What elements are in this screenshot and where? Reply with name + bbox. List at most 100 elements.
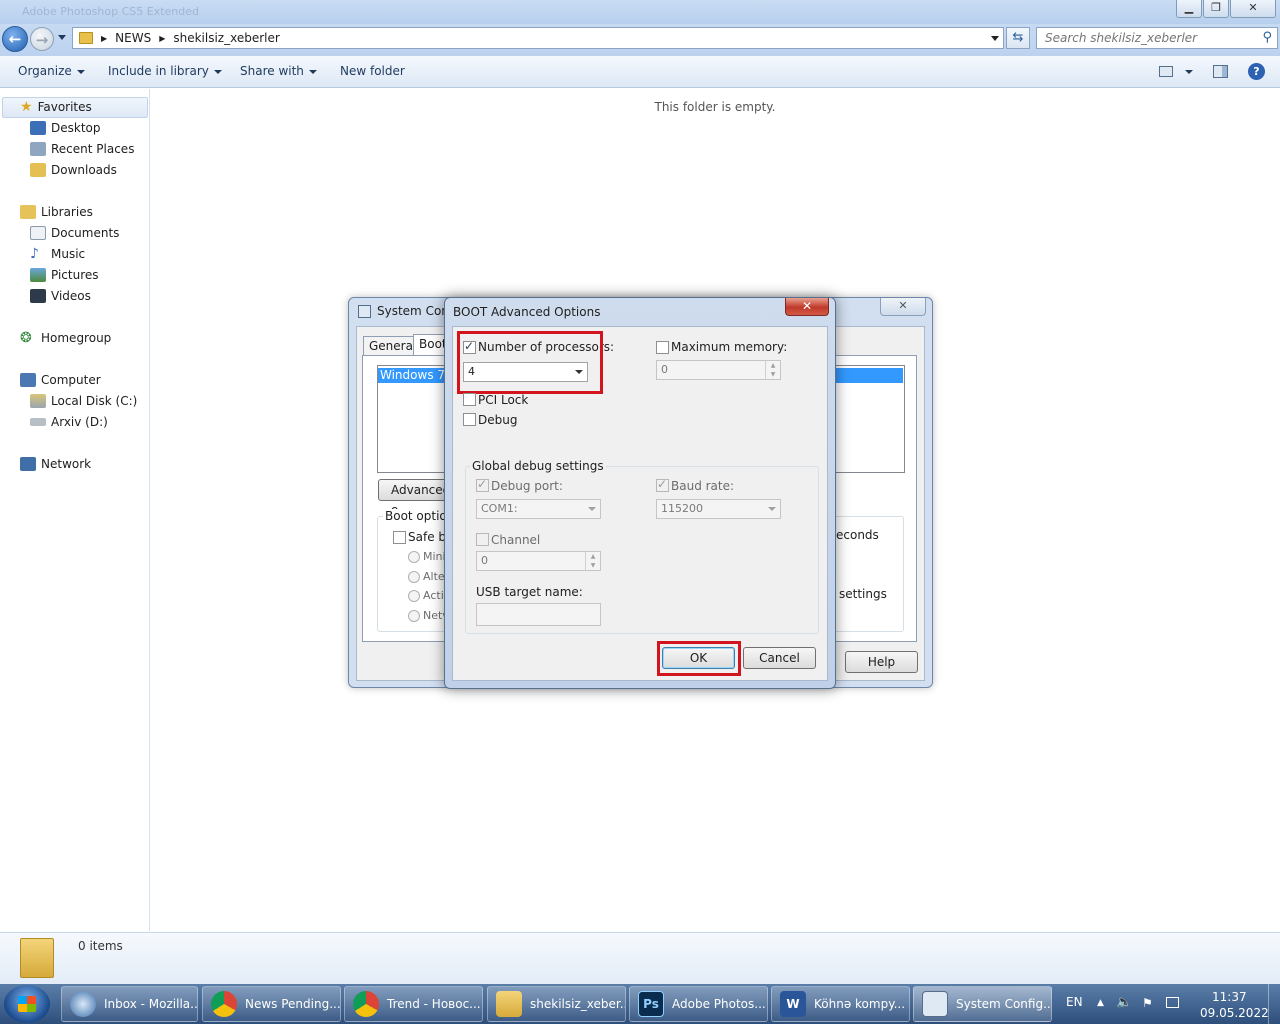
help-button[interactable]: Help <box>845 651 918 673</box>
network-tray-icon[interactable] <box>1166 997 1179 1008</box>
search-box[interactable]: ⚲ <box>1036 27 1278 49</box>
view-options-dropdown[interactable] <box>1185 70 1193 74</box>
nav-local-disk[interactable]: Local Disk (C:) <box>30 391 137 411</box>
breadcrumb-chevron-icon[interactable]: ▶ <box>159 34 165 43</box>
include-in-library-button[interactable]: Include in library <box>108 64 222 78</box>
nav-videos[interactable]: Videos <box>30 286 91 306</box>
highlight-ok <box>657 641 741 676</box>
nav-network[interactable]: Network <box>20 454 91 474</box>
show-desktop-button[interactable] <box>1268 984 1280 1024</box>
pci-lock-checkbox[interactable] <box>463 393 476 406</box>
organize-button[interactable]: Organize <box>18 64 85 78</box>
breadcrumb-news[interactable]: NEWS <box>115 31 151 45</box>
share-with-button[interactable]: Share with <box>240 64 317 78</box>
taskbar-item-chrome-trend[interactable]: Trend - Новос... <box>344 986 483 1022</box>
debug-port-dropdown[interactable]: COM1: <box>476 499 601 519</box>
homegroup-icon: ❂ <box>20 330 32 346</box>
search-input[interactable] <box>1037 28 1249 48</box>
nav-documents[interactable]: Documents <box>30 223 119 243</box>
clock-date[interactable]: 09.05.2022 <box>1200 1006 1269 1020</box>
view-options-icon[interactable] <box>1159 66 1173 77</box>
maximum-memory-spinner[interactable]: 0 ▲ ▼ <box>656 360 781 380</box>
nav-desktop[interactable]: Desktop <box>30 118 101 138</box>
nav-favorites[interactable]: ★ Favorites <box>20 97 92 117</box>
language-indicator[interactable]: EN <box>1066 995 1083 1009</box>
help-icon[interactable]: ? <box>1248 63 1265 80</box>
dialog-title: System Conf <box>377 304 454 318</box>
star-icon: ★ <box>20 99 33 115</box>
taskbar-item-thunderbird[interactable]: Inbox - Mozilla... <box>61 986 198 1022</box>
minimize-button[interactable]: ▁ <box>1176 0 1202 18</box>
cancel-button[interactable]: Cancel <box>743 647 816 669</box>
show-hidden-icons-icon[interactable]: ▲ <box>1097 998 1104 1008</box>
refresh-button[interactable]: ⇆ <box>1006 27 1030 49</box>
window-title: Adobe Photoshop CS5 Extended <box>22 5 199 18</box>
clock-time[interactable]: 11:37 <box>1212 990 1247 1004</box>
nav-downloads[interactable]: Downloads <box>30 160 117 180</box>
new-folder-button[interactable]: New folder <box>340 64 405 78</box>
photoshop-icon: Ps <box>638 991 664 1017</box>
search-icon[interactable]: ⚲ <box>1262 30 1272 45</box>
radio-network[interactable] <box>408 610 420 622</box>
breadcrumb-current[interactable]: shekilsiz_xeberler <box>173 31 279 45</box>
nav-recent-places[interactable]: Recent Places <box>30 139 134 159</box>
maximum-memory-label: Maximum memory: <box>671 340 788 354</box>
music-icon: ♪ <box>30 246 39 262</box>
restore-button[interactable]: ❐ <box>1203 0 1229 18</box>
radio-active[interactable] <box>408 590 420 602</box>
nav-arxiv-drive[interactable]: Arxiv (D:) <box>30 412 108 432</box>
hard-drive-icon <box>30 394 46 408</box>
spin-down-icon[interactable]: ▼ <box>585 561 600 570</box>
close-window-button[interactable]: ✕ <box>1230 0 1276 18</box>
debug-port-checkbox[interactable] <box>476 477 489 492</box>
close-button[interactable]: ✕ <box>785 298 829 316</box>
nav-music[interactable]: ♪ Music <box>30 244 85 264</box>
nav-pictures[interactable]: Pictures <box>30 265 99 285</box>
usb-target-name-input[interactable] <box>476 603 601 626</box>
taskbar-item-system-config[interactable]: System Config... <box>913 986 1052 1022</box>
preview-pane-icon[interactable] <box>1213 65 1228 78</box>
folder-large-icon <box>20 938 54 978</box>
address-dropdown-icon[interactable] <box>991 36 999 41</box>
baud-rate-checkbox[interactable] <box>656 477 669 492</box>
nav-homegroup[interactable]: ❂ Homegroup <box>20 328 111 348</box>
dialog-title: BOOT Advanced Options <box>453 305 601 319</box>
recent-places-icon <box>30 142 46 156</box>
volume-icon[interactable]: 🔈 <box>1116 995 1132 1010</box>
close-button[interactable]: ✕ <box>880 298 926 316</box>
spin-down-icon[interactable]: ▼ <box>765 370 780 379</box>
debug-checkbox[interactable] <box>463 413 476 426</box>
maximum-memory-value: 0 <box>661 363 668 376</box>
nav-libraries[interactable]: Libraries <box>20 202 93 222</box>
spin-up-icon[interactable]: ▲ <box>765 361 780 370</box>
spin-up-icon[interactable]: ▲ <box>585 552 600 561</box>
radio-minimal[interactable] <box>408 551 420 563</box>
baud-rate-dropdown[interactable]: 115200 <box>656 499 781 519</box>
action-center-icon[interactable]: ⚑ <box>1142 996 1153 1010</box>
taskbar-item-photoshop[interactable]: Ps Adobe Photos... <box>629 986 768 1022</box>
chevron-down-icon <box>588 507 596 511</box>
taskbar-item-explorer[interactable]: shekilsiz_xeber... <box>487 986 626 1022</box>
safe-boot-checkbox[interactable] <box>393 531 406 544</box>
breadcrumb-chevron-icon[interactable]: ▶ <box>101 34 107 43</box>
recent-pages-dropdown[interactable] <box>58 35 66 40</box>
advanced-options-button[interactable]: Advanced o <box>378 479 450 517</box>
back-button[interactable]: ← <box>2 26 28 52</box>
taskbar-item-chrome-news[interactable]: News Pending... <box>202 986 341 1022</box>
word-icon: W <box>780 991 806 1017</box>
radio-alternate[interactable] <box>408 571 420 583</box>
forward-button[interactable]: → <box>30 27 54 51</box>
channel-checkbox[interactable] <box>476 533 489 546</box>
start-button[interactable] <box>4 985 50 1023</box>
item-count: 0 items <box>78 939 123 953</box>
msconfig-icon <box>922 991 948 1017</box>
boot-settings-label: settings <box>839 587 887 601</box>
nav-computer[interactable]: Computer <box>20 370 101 390</box>
maximum-memory-checkbox[interactable] <box>656 341 669 354</box>
taskbar-item-word[interactable]: W Köhnə kompy... <box>771 986 910 1022</box>
global-debug-settings-label: Global debug settings <box>470 459 606 473</box>
address-field[interactable]: ▶ NEWS ▶ shekilsiz_xeberler <box>72 27 1004 49</box>
timeout-seconds-label: econds <box>836 528 879 542</box>
thunderbird-icon <box>70 991 96 1017</box>
channel-spinner[interactable]: 0 ▲ ▼ <box>476 551 601 571</box>
